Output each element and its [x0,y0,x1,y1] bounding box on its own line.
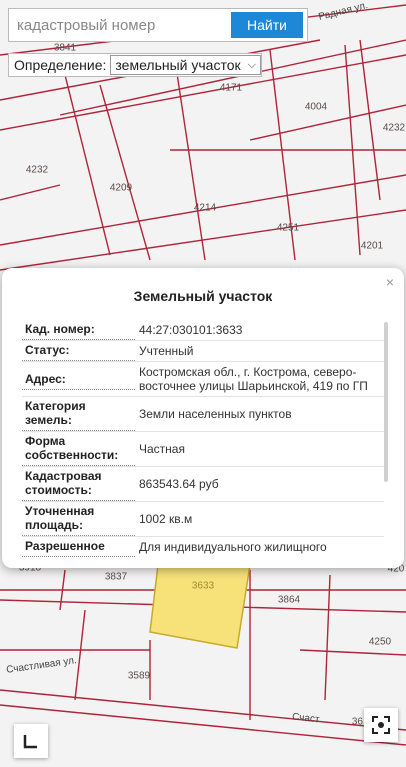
parcel-label: 4209 [109,182,133,194]
corner-icon [23,735,37,749]
cadastral-number-input[interactable] [13,13,237,37]
parcel-label: 3837 [104,571,128,583]
definition-label: Определение: [14,57,107,73]
popup-scrollbar[interactable] [384,322,388,482]
focus-frame-icon [372,716,390,734]
info-row: Адрес: Костромская обл., г. Кострома, се… [22,362,384,397]
definition-select[interactable]: земельный участок ⌵ [110,55,261,75]
parcel-label: 4201 [360,240,384,252]
info-key: Адрес: [22,369,135,390]
info-value: Для индивидуального жилищного [139,540,327,554]
info-value: 44:27:030101:3633 [139,323,243,337]
info-row: Разрешенное Для индивидуального жилищног… [22,537,384,557]
parcel-label: 4171 [219,82,243,94]
parcel-label: 3633 [191,580,215,592]
info-row: Форма собственности: Частная [22,432,384,467]
parcel-label: 4251 [276,222,300,234]
parcel-label: 4214 [193,202,217,214]
info-value: Костромская обл., г. Кострома, северо-во… [139,365,368,393]
parcel-label: 3589 [127,670,151,682]
info-value: Земли населенных пунктов [139,407,292,421]
info-table: Кад. номер: 44:27:030101:3633 Статус: Уч… [22,320,384,557]
info-row: Статус: Учтенный [22,341,384,362]
info-key: Кад. номер: [22,319,135,340]
info-value: Учтенный [139,344,194,358]
parcel-info-popup: Земельный участок × Кад. номер: 44:27:03… [2,268,404,568]
parcel-label: 4232 [25,164,49,176]
info-row: Кадастровая стоимость: 863543.64 руб [22,467,384,502]
chevron-down-icon: ⌵ [247,58,256,71]
parcel-label: 4232 [382,122,406,134]
info-value: Частная [139,442,185,456]
popup-title: Земельный участок [133,288,273,304]
definition-selected-value: земельный участок [115,57,241,73]
definition-control: Определение: земельный участок ⌵ [8,53,262,77]
info-value: 863543.64 руб [139,477,219,491]
parcel-label: 4250 [368,636,392,648]
info-key: Форма собственности: [22,431,135,466]
layers-button[interactable] [14,724,48,758]
info-key: Уточненная площадь: [22,501,135,536]
info-key: Разрешенное [22,536,135,557]
info-row: Категория земель: Земли населенных пункт… [22,397,384,432]
info-row: Кад. номер: 44:27:030101:3633 [22,320,384,341]
find-button[interactable]: Найти [231,12,303,38]
search-bar: Найти [8,8,308,42]
locate-button[interactable] [364,708,398,742]
parcel-label: 3864 [277,594,301,606]
close-icon[interactable]: × [386,274,394,290]
info-value: 1002 кв.м [139,512,193,526]
info-row: Уточненная площадь: 1002 кв.м [22,502,384,537]
info-key: Статус: [22,340,135,361]
info-key: Категория земель: [22,396,135,431]
parcel-label: 4004 [304,101,328,113]
parcel-label: 3841 [53,42,77,54]
info-key: Кадастровая стоимость: [22,466,135,501]
